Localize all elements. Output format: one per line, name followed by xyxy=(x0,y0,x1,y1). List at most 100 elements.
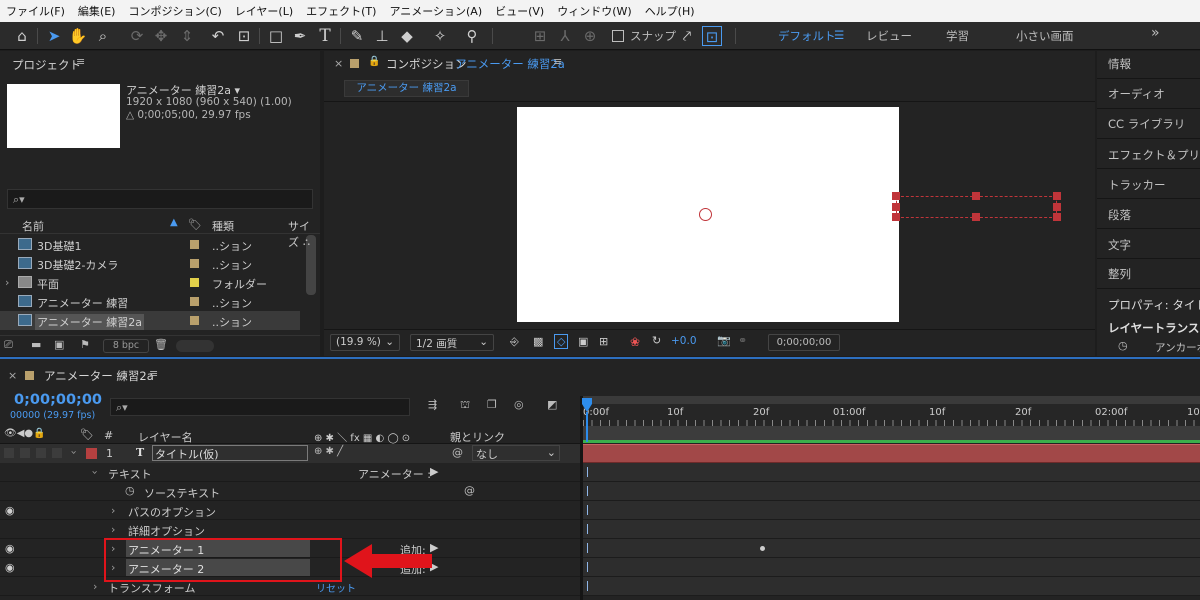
show-snapshot-icon[interactable]: ⚭ xyxy=(738,334,747,347)
pen-tool-icon[interactable]: ✒ xyxy=(290,26,310,46)
menu-help[interactable]: ヘルプ(H) xyxy=(639,3,702,19)
delete-icon[interactable]: 🗑 xyxy=(154,338,168,351)
project-item-selected[interactable]: アニメーター 練習2a ..ション xyxy=(0,311,300,330)
playhead-icon[interactable] xyxy=(580,398,594,442)
info-panel-header[interactable]: 情報 xyxy=(1108,56,1131,72)
stopwatch-icon[interactable]: ◷ xyxy=(125,484,135,497)
paragraph-panel-header[interactable]: 段落 xyxy=(1108,207,1131,223)
snapshot-icon[interactable]: 📷 xyxy=(717,334,731,347)
reset-exposure-icon[interactable]: ↻ xyxy=(652,334,661,347)
rotation-tool-icon[interactable]: ↶ xyxy=(208,26,228,46)
video-switch[interactable] xyxy=(4,448,14,458)
exposure-value[interactable]: +0.0 xyxy=(671,335,697,347)
label-swatch[interactable] xyxy=(190,259,199,268)
properties-panel-header[interactable]: プロパティ: タイトル( xyxy=(1108,297,1200,313)
selection-tool-icon[interactable]: ➤ xyxy=(44,26,64,46)
frame-blending-icon[interactable]: ❐ xyxy=(487,398,497,411)
menu-file[interactable]: ファイル(F) xyxy=(0,3,72,19)
timeline-tab[interactable]: アニメーター 練習2a xyxy=(44,368,154,384)
label-swatch[interactable] xyxy=(190,240,199,249)
dolly-camera-icon[interactable]: ⇕ xyxy=(177,26,197,46)
bit-depth-button[interactable]: 8 bpc xyxy=(103,339,149,353)
solo-switch[interactable] xyxy=(36,448,46,458)
new-comp-icon[interactable]: ▣ xyxy=(54,338,64,351)
eye-icon[interactable]: ◉ xyxy=(5,504,15,517)
align-panel-header[interactable]: 整列 xyxy=(1108,266,1131,282)
transform-handle[interactable] xyxy=(892,213,900,221)
tracker-panel-header[interactable]: トラッカー xyxy=(1108,177,1166,193)
brush-tool-icon[interactable]: ✎ xyxy=(347,26,367,46)
menu-view[interactable]: ビュー(V) xyxy=(489,3,551,19)
transform-handle[interactable] xyxy=(892,203,900,211)
effects-presets-panel-header[interactable]: エフェクト＆プリセット xyxy=(1108,147,1200,163)
label-swatch[interactable] xyxy=(86,448,97,459)
property-row[interactable]: ◷ ソーステキスト @ xyxy=(0,482,580,501)
keyframe-dot[interactable] xyxy=(760,546,765,551)
timeline-search-input[interactable]: ⌕▾ xyxy=(110,398,410,416)
comp-viewer-tab[interactable]: アニメーター 練習2a xyxy=(344,80,469,97)
eye-icon[interactable]: ◉ xyxy=(5,561,15,574)
view-axis-icon[interactable]: ⊕ xyxy=(580,26,600,46)
panel-menu-icon[interactable]: ≡ xyxy=(76,55,85,68)
col-type-label[interactable]: 種類 xyxy=(212,218,234,234)
workspace-menu-icon[interactable]: ☰ xyxy=(834,28,844,42)
project-item[interactable]: アニメーター 練習 ..ション xyxy=(0,292,300,311)
menu-layer[interactable]: レイヤー(L) xyxy=(229,3,300,19)
snap-target-icon[interactable]: ⊡ xyxy=(702,26,722,46)
menu-window[interactable]: ウィンドウ(W) xyxy=(551,3,638,19)
close-tab-icon[interactable]: × xyxy=(8,369,17,382)
property-row[interactable]: ◉ › パスのオプション xyxy=(0,501,580,520)
orbit-camera-icon[interactable]: ⟳ xyxy=(127,26,147,46)
panel-menu-icon[interactable]: ≡ xyxy=(553,55,562,68)
thumbnail-size-slider[interactable] xyxy=(176,340,214,352)
hand-tool-icon[interactable]: ✋ xyxy=(68,26,88,46)
project-item[interactable]: 3D基礎1 ..ション xyxy=(0,235,300,254)
snap-checkbox[interactable] xyxy=(612,30,624,42)
grid-guides-icon[interactable]: ⊞ xyxy=(599,335,608,348)
draft-3d-icon[interactable]: ⛫ xyxy=(460,398,470,413)
reset-link[interactable]: リセット xyxy=(316,580,356,595)
transform-handle[interactable] xyxy=(1053,192,1061,200)
menu-edit[interactable]: 編集(E) xyxy=(72,3,123,19)
timeline-nav-bar[interactable] xyxy=(583,426,1200,441)
pickwhip-icon[interactable]: @ xyxy=(464,484,475,497)
color-channels-icon[interactable]: ❀ xyxy=(630,335,640,349)
project-item[interactable]: 3D基礎2-カメラ ..ション xyxy=(0,254,300,273)
transparency-grid-icon[interactable]: ▩ xyxy=(533,335,543,348)
layer-name-field[interactable]: タイトル(仮) xyxy=(152,445,308,461)
fast-previews-icon[interactable]: ⎆ xyxy=(510,335,519,349)
magnification-dropdown[interactable]: (19.9 %) ⌄ xyxy=(330,334,400,351)
workspace-default[interactable]: デフォルト xyxy=(778,28,836,44)
stopwatch-icon[interactable]: ◷ xyxy=(1118,339,1128,352)
lock-switch[interactable] xyxy=(52,448,62,458)
flowchart-icon[interactable]: ⛬ xyxy=(303,237,310,248)
transform-handle[interactable] xyxy=(892,192,900,200)
workspace-small-screen[interactable]: 小さい画面 xyxy=(1016,28,1074,44)
workspace-learn[interactable]: 学習 xyxy=(946,28,969,44)
anchor-point-icon[interactable] xyxy=(699,208,712,221)
transform-handle[interactable] xyxy=(972,192,980,200)
resolution-dropdown[interactable]: 1/2 画質 ⌄ xyxy=(410,334,494,351)
close-tab-icon[interactable]: × xyxy=(334,57,343,70)
workspace-review[interactable]: レビュー xyxy=(866,28,912,44)
pickwhip-icon[interactable]: @ xyxy=(452,446,463,459)
menu-animation[interactable]: アニメーション(A) xyxy=(383,3,489,19)
expand-chevron-icon[interactable]: › xyxy=(5,276,9,289)
type-tool-icon[interactable]: T xyxy=(315,26,335,46)
pan-camera-icon[interactable]: ✥ xyxy=(151,26,171,46)
clone-stamp-tool-icon[interactable]: ⊥ xyxy=(372,26,392,46)
audio-panel-header[interactable]: オーディオ xyxy=(1108,86,1165,102)
new-folder-icon[interactable]: ▬ xyxy=(31,338,41,351)
label-swatch[interactable] xyxy=(190,316,199,325)
comp-canvas[interactable] xyxy=(517,107,899,322)
rectangle-tool-icon[interactable]: □ xyxy=(266,26,286,46)
animate-menu-icon[interactable]: ▶ xyxy=(430,465,438,478)
roto-brush-tool-icon[interactable]: ✧ xyxy=(430,26,450,46)
local-axis-icon[interactable]: ⊞ xyxy=(530,26,550,46)
expand-chevron-icon[interactable]: › xyxy=(93,580,97,593)
render-queue-icon[interactable]: ⚑ xyxy=(80,338,90,351)
layer-row[interactable]: › 1 T タイトル(仮) ⊕ ✱ ╱ @ なし ⌄ xyxy=(0,444,580,463)
transform-handle[interactable] xyxy=(972,213,980,221)
panel-menu-icon[interactable]: ≡ xyxy=(149,367,158,380)
menu-composition[interactable]: コンポジション(C) xyxy=(122,3,228,19)
